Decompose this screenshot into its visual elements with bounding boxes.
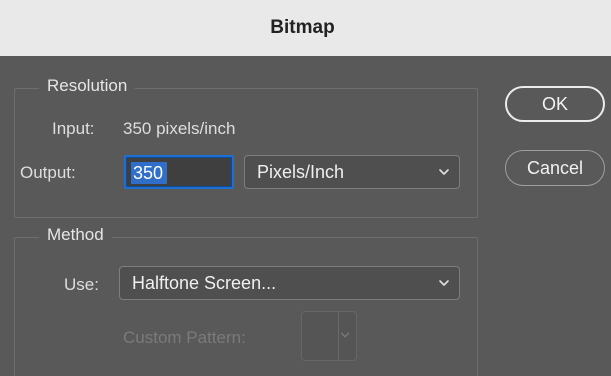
resolution-group-label: Resolution: [39, 76, 136, 96]
custom-pattern-label: Custom Pattern:: [123, 328, 246, 347]
chevron-down-icon: [439, 169, 449, 175]
chevron-down-icon: [340, 332, 350, 338]
use-label: Use:: [64, 275, 99, 294]
output-unit-select[interactable]: Pixels/Inch: [244, 155, 460, 189]
method-select[interactable]: Halftone Screen...: [119, 266, 460, 300]
method-group: Method Use: Halftone Screen... Custom Pa…: [14, 225, 478, 376]
ok-button[interactable]: OK: [505, 86, 605, 122]
input-resolution-value: 350 pixels/inch: [123, 119, 236, 138]
bitmap-dialog: Bitmap Resolution Input: 350 pixels/inch…: [0, 0, 611, 376]
title-bar: Bitmap: [0, 0, 611, 56]
output-resolution-field[interactable]: 350: [124, 155, 234, 189]
custom-pattern-select: [301, 311, 357, 361]
output-label: Output:: [20, 163, 76, 182]
method-group-label: Method: [39, 225, 112, 245]
input-label: Input:: [52, 119, 95, 138]
method-value: Halftone Screen...: [132, 273, 277, 293]
output-resolution-value: 350: [131, 162, 168, 184]
dialog-title: Bitmap: [270, 17, 335, 38]
resolution-group: Resolution Input: 350 pixels/inch Output…: [14, 76, 478, 218]
chevron-down-icon: [439, 280, 449, 286]
cancel-button[interactable]: Cancel: [505, 150, 605, 186]
output-unit-value: Pixels/Inch: [257, 162, 345, 182]
